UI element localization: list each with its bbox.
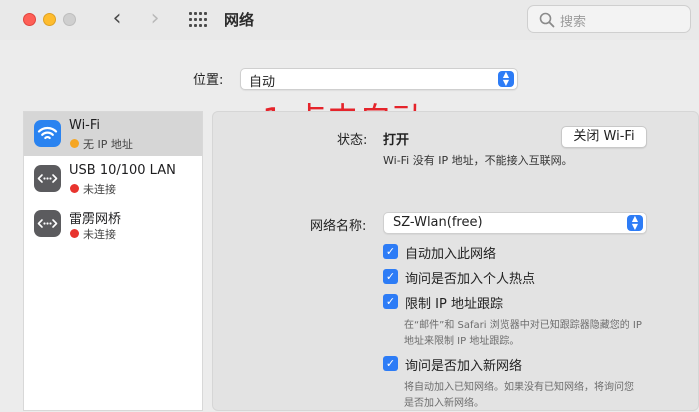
chevron-up-down-icon: ▲ ▼ (627, 215, 643, 231)
limit-ip-note: 在“邮件”和 Safari 浏览器中对已知跟踪器隐藏您的 IP 地址来限制 IP… (404, 318, 666, 350)
back-button[interactable]: ‹ (105, 6, 129, 32)
note-line: 是否加入新网络。 (404, 398, 484, 409)
checkbox-checked[interactable]: ✓ (383, 356, 398, 371)
service-list: Wi-Fi 无 IP 地址 USB 10/100 LAN 未连接 雷雳网桥 未连… (23, 111, 203, 411)
checkbox-checked[interactable]: ✓ (383, 244, 398, 259)
turn-off-wifi-button[interactable]: 关闭 Wi-Fi (561, 126, 647, 148)
checkbox-checked[interactable]: ✓ (383, 294, 398, 309)
service-item-usb-lan[interactable]: USB 10/100 LAN 未连接 (24, 157, 202, 201)
status-label: 状态: (337, 133, 368, 148)
ask-new-network-note: 将自动加入已知网络。如果没有已知网络，将询问您 是否加入新网络。 (404, 380, 666, 412)
search-icon (539, 12, 555, 28)
ethernet-icon (34, 165, 61, 192)
checkbox-label: 询问是否加入个人热点 (405, 272, 536, 287)
network-name-dropdown[interactable]: SZ-Wlan(free) ▲ ▼ (383, 212, 647, 234)
note-line: 地址来限制 IP 地址跟踪。 (404, 336, 520, 347)
status-dot (70, 229, 79, 238)
location-label: 位置: (193, 73, 224, 88)
location-value: 自动 (249, 75, 276, 90)
title-bar: ‹ › 网络 搜索 (0, 0, 699, 40)
service-name: Wi-Fi (69, 118, 101, 133)
status-value: 打开 (383, 133, 410, 148)
note-line: 在“邮件”和 Safari 浏览器中对已知跟踪器隐藏您的 IP (404, 320, 642, 331)
checkbox-label: 询问是否加入新网络 (405, 359, 523, 374)
search-field[interactable]: 搜索 (527, 5, 691, 33)
status-dot (70, 139, 79, 148)
checkbox-label: 限制 IP 地址跟踪 (405, 297, 503, 312)
service-status: 未连接 (83, 183, 116, 196)
close-window-button[interactable] (23, 13, 36, 26)
network-name-label: 网络名称: (310, 219, 367, 234)
wifi-icon (34, 120, 61, 147)
status-description: Wi-Fi 没有 IP 地址，不能接入互联网。 (383, 154, 573, 167)
zoom-window-button[interactable] (63, 13, 76, 26)
service-name: 雷雳网桥 (69, 212, 122, 227)
forward-button[interactable]: › (143, 6, 167, 32)
ethernet-icon (34, 210, 61, 237)
network-name-value: SZ-Wlan(free) (393, 215, 483, 230)
chevron-up-down-icon: ▲ ▼ (498, 71, 514, 87)
checkbox-checked[interactable]: ✓ (383, 269, 398, 284)
service-status: 无 IP 地址 (83, 138, 133, 151)
window-title: 网络 (224, 11, 255, 29)
status-dot (70, 184, 79, 193)
service-item-wifi[interactable]: Wi-Fi 无 IP 地址 (24, 112, 202, 156)
note-line: 将自动加入已知网络。如果没有已知网络，将询问您 (404, 382, 634, 393)
show-all-grid-icon[interactable] (189, 12, 208, 27)
service-item-thunderbolt-bridge[interactable]: 雷雳网桥 未连接 (24, 202, 202, 246)
checkbox-label: 自动加入此网络 (405, 247, 497, 262)
minimize-window-button[interactable] (43, 13, 56, 26)
service-name: USB 10/100 LAN (69, 163, 176, 178)
service-status: 未连接 (83, 228, 116, 241)
location-dropdown[interactable]: 自动 ▲ ▼ (240, 68, 518, 90)
search-placeholder: 搜索 (560, 15, 587, 30)
